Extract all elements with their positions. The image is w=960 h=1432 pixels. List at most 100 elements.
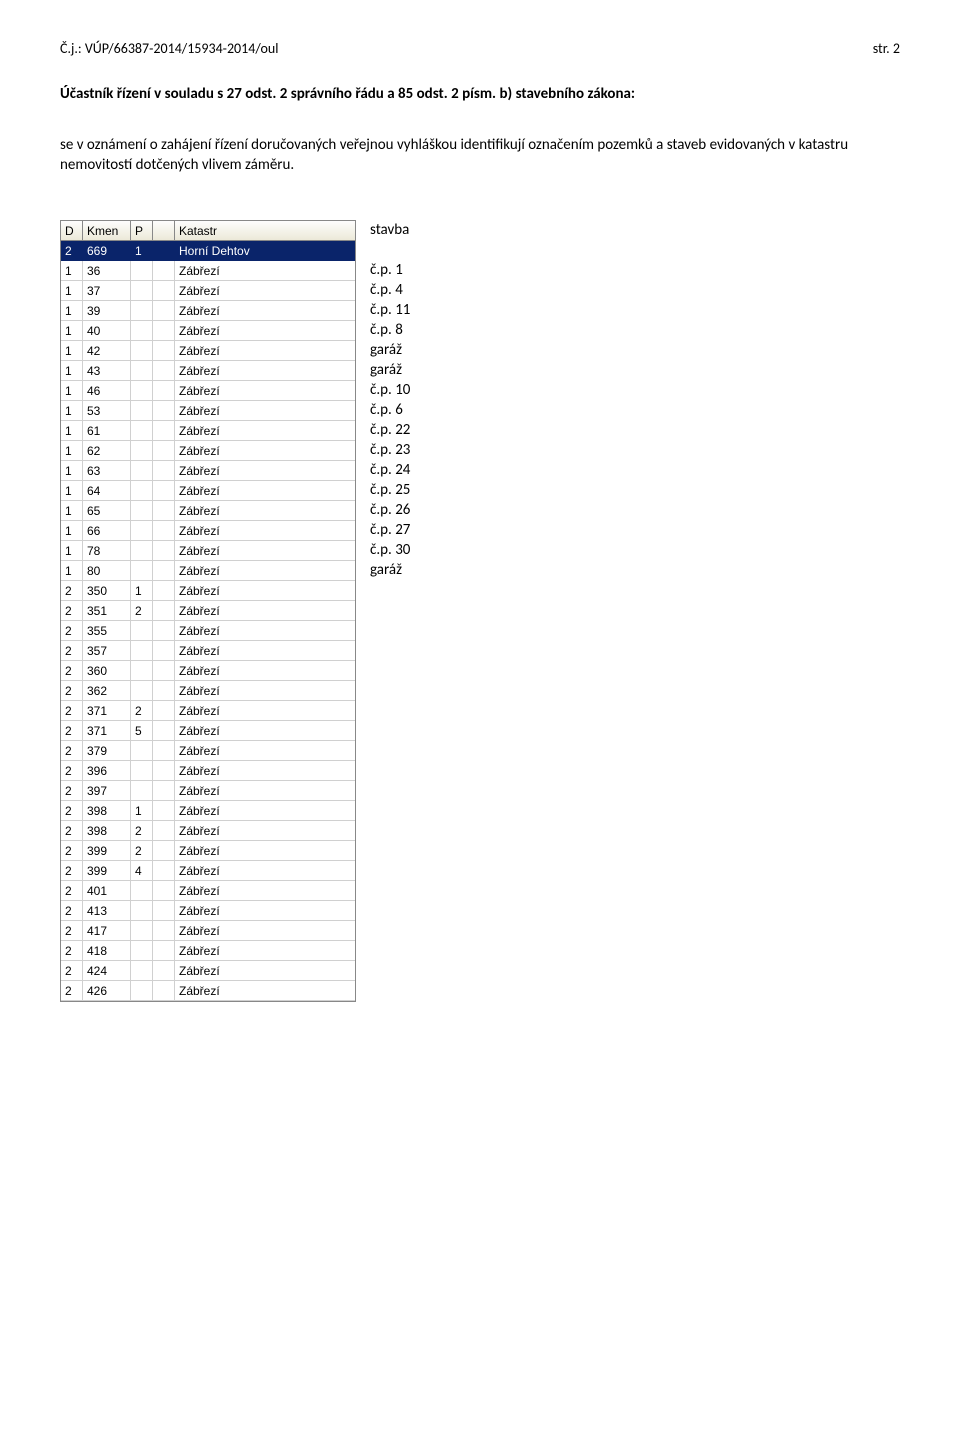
cell-kmen: 360 bbox=[83, 661, 131, 681]
cell-p: 2 bbox=[131, 841, 153, 861]
table-row[interactable]: 2357Zábřezí bbox=[61, 641, 355, 661]
table-row[interactable]: 165Zábřezí bbox=[61, 501, 355, 521]
table-row[interactable]: 2362Zábřezí bbox=[61, 681, 355, 701]
cell-d: 2 bbox=[61, 861, 83, 881]
col-header-kmen[interactable]: Kmen bbox=[83, 221, 131, 241]
cell-kmen: 65 bbox=[83, 501, 131, 521]
cell-d: 2 bbox=[61, 941, 83, 961]
stavba-heading: stavba bbox=[370, 220, 410, 240]
table-row[interactable]: 23712Zábřezí bbox=[61, 701, 355, 721]
table-row[interactable]: 23715Zábřezí bbox=[61, 721, 355, 741]
cell-gap bbox=[153, 681, 175, 701]
cell-d: 2 bbox=[61, 661, 83, 681]
cell-gap bbox=[153, 401, 175, 421]
table-row[interactable]: 161Zábřezí bbox=[61, 421, 355, 441]
cell-d: 2 bbox=[61, 241, 83, 261]
cell-d: 1 bbox=[61, 321, 83, 341]
cell-katastr: Zábřezí bbox=[175, 681, 355, 701]
table-row[interactable]: 180Zábřezí bbox=[61, 561, 355, 581]
stavba-label: č.p. 6 bbox=[370, 400, 410, 420]
table-row[interactable]: 162Zábřezí bbox=[61, 441, 355, 461]
table-row[interactable]: 136Zábřezí bbox=[61, 261, 355, 281]
page-label: str. bbox=[873, 40, 890, 57]
table-row[interactable]: 23992Zábřezí bbox=[61, 841, 355, 861]
col-header-katastr[interactable]: Katastr bbox=[175, 221, 355, 241]
table-row[interactable]: 23981Zábřezí bbox=[61, 801, 355, 821]
cell-katastr: Zábřezí bbox=[175, 941, 355, 961]
cell-d: 1 bbox=[61, 441, 83, 461]
cell-p: 5 bbox=[131, 721, 153, 741]
cell-kmen: 66 bbox=[83, 521, 131, 541]
cell-kmen: 424 bbox=[83, 961, 131, 981]
cell-katastr: Zábřezí bbox=[175, 701, 355, 721]
case-no-value: VÚP/66387-2014/15934-2014/oul bbox=[85, 40, 279, 57]
stavba-label: č.p. 26 bbox=[370, 500, 410, 520]
cell-p bbox=[131, 281, 153, 301]
stavba-label: č.p. 8 bbox=[370, 320, 410, 340]
cell-p bbox=[131, 741, 153, 761]
table-row[interactable]: 2417Zábřezí bbox=[61, 921, 355, 941]
cell-d: 2 bbox=[61, 781, 83, 801]
col-header-p[interactable]: P bbox=[131, 221, 153, 241]
cell-katastr: Zábřezí bbox=[175, 861, 355, 881]
case-no-label: Č.j.: bbox=[60, 40, 82, 57]
cell-d: 1 bbox=[61, 261, 83, 281]
table-row[interactable]: 2360Zábřezí bbox=[61, 661, 355, 681]
cell-gap bbox=[153, 741, 175, 761]
table-row[interactable]: 2424Zábřezí bbox=[61, 961, 355, 981]
table-row[interactable]: 163Zábřezí bbox=[61, 461, 355, 481]
col-header-d[interactable]: D bbox=[61, 221, 83, 241]
cell-katastr: Zábřezí bbox=[175, 761, 355, 781]
cell-gap bbox=[153, 421, 175, 441]
table-row[interactable]: 166Zábřezí bbox=[61, 521, 355, 541]
table-row[interactable]: 23512Zábřezí bbox=[61, 601, 355, 621]
doc-header: Č.j.: VÚP/66387-2014/15934-2014/oul str.… bbox=[60, 40, 900, 57]
cell-gap bbox=[153, 501, 175, 521]
table-row[interactable]: 2396Zábřezí bbox=[61, 761, 355, 781]
cell-d: 1 bbox=[61, 561, 83, 581]
col-header-gap[interactable] bbox=[153, 221, 175, 241]
table-row[interactable]: 2413Zábřezí bbox=[61, 901, 355, 921]
cell-p bbox=[131, 541, 153, 561]
table-row[interactable]: 23982Zábřezí bbox=[61, 821, 355, 841]
table-row[interactable]: 23994Zábřezí bbox=[61, 861, 355, 881]
cell-p: 2 bbox=[131, 601, 153, 621]
table-row[interactable]: 178Zábřezí bbox=[61, 541, 355, 561]
cell-kmen: 357 bbox=[83, 641, 131, 661]
cell-p bbox=[131, 421, 153, 441]
table-row[interactable]: 140Zábřezí bbox=[61, 321, 355, 341]
parcel-grid[interactable]: D Kmen P Katastr 26691Horní Dehtov136Záb… bbox=[60, 220, 356, 1002]
table-row[interactable]: 139Zábřezí bbox=[61, 301, 355, 321]
cell-katastr: Zábřezí bbox=[175, 321, 355, 341]
table-row[interactable]: 137Zábřezí bbox=[61, 281, 355, 301]
cell-gap bbox=[153, 301, 175, 321]
table-row[interactable]: 153Zábřezí bbox=[61, 401, 355, 421]
table-row[interactable]: 143Zábřezí bbox=[61, 361, 355, 381]
table-row[interactable]: 142Zábřezí bbox=[61, 341, 355, 361]
cell-katastr: Zábřezí bbox=[175, 801, 355, 821]
cell-katastr: Zábřezí bbox=[175, 961, 355, 981]
cell-d: 2 bbox=[61, 761, 83, 781]
cell-kmen: 379 bbox=[83, 741, 131, 761]
table-row[interactable]: 2401Zábřezí bbox=[61, 881, 355, 901]
cell-kmen: 371 bbox=[83, 701, 131, 721]
cell-kmen: 53 bbox=[83, 401, 131, 421]
table-row[interactable]: 26691Horní Dehtov bbox=[61, 241, 355, 261]
table-row[interactable]: 2426Zábřezí bbox=[61, 981, 355, 1001]
cell-d: 1 bbox=[61, 501, 83, 521]
cell-katastr: Zábřezí bbox=[175, 921, 355, 941]
table-row[interactable]: 2355Zábřezí bbox=[61, 621, 355, 641]
cell-p bbox=[131, 981, 153, 1001]
table-row[interactable]: 164Zábřezí bbox=[61, 481, 355, 501]
table-row[interactable]: 2379Zábřezí bbox=[61, 741, 355, 761]
cell-d: 1 bbox=[61, 361, 83, 381]
table-row[interactable]: 2418Zábřezí bbox=[61, 941, 355, 961]
table-row[interactable]: 2397Zábřezí bbox=[61, 781, 355, 801]
cell-d: 2 bbox=[61, 721, 83, 741]
cell-d: 2 bbox=[61, 881, 83, 901]
cell-gap bbox=[153, 581, 175, 601]
table-row[interactable]: 23501Zábřezí bbox=[61, 581, 355, 601]
cell-katastr: Horní Dehtov bbox=[175, 241, 355, 261]
cell-katastr: Zábřezí bbox=[175, 741, 355, 761]
table-row[interactable]: 146Zábřezí bbox=[61, 381, 355, 401]
